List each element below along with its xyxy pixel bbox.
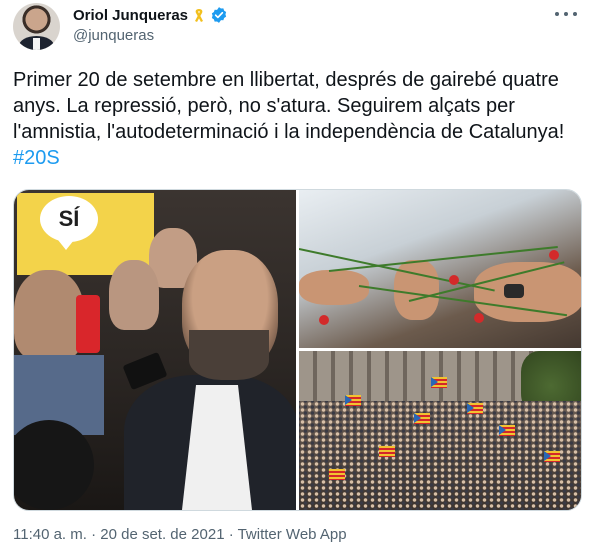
photo-carnations[interactable] <box>299 190 581 348</box>
estelada-flag <box>345 395 361 406</box>
yellow-ribbon-icon <box>193 7 205 23</box>
estelada-flag <box>431 377 447 388</box>
background-person <box>109 260 159 330</box>
author-name-row: Oriol Junqueras <box>73 6 228 24</box>
speaker-beard <box>189 330 269 380</box>
background-person <box>14 270 84 360</box>
tweet-metadata[interactable]: 11:40 a. m. · 20 de set. de 2021 · Twitt… <box>13 526 347 543</box>
verified-badge-icon <box>210 6 228 24</box>
photo-crowd-flags[interactable] <box>299 351 581 510</box>
display-name[interactable]: Oriol Junqueras <box>73 7 188 24</box>
red-phone <box>76 295 100 353</box>
microphone <box>14 420 94 510</box>
senyera-flag <box>329 469 345 480</box>
carnation <box>474 313 484 323</box>
estelada-flag <box>467 403 483 414</box>
more-options-icon[interactable] <box>555 6 577 22</box>
banner-bubble: SÍ <box>40 196 98 250</box>
carnation <box>319 315 329 325</box>
tweet-card: Oriol Junqueras @junqueras Primer 20 de … <box>0 0 591 550</box>
hand <box>299 270 369 305</box>
estelada-flag <box>414 413 430 424</box>
senyera-flag <box>379 446 395 457</box>
dot <box>573 12 577 16</box>
dot <box>555 12 559 16</box>
hashtag-link[interactable]: #20S <box>13 147 60 169</box>
photo-speaking[interactable]: SÍ <box>14 190 296 510</box>
carnation <box>449 275 459 285</box>
carnation <box>549 250 559 260</box>
media-grid: SÍ <box>13 189 582 511</box>
avatar[interactable] <box>13 3 60 50</box>
estelada-flag <box>544 451 560 462</box>
tweet-text: Primer 20 de setembre en llibertat, desp… <box>13 67 581 171</box>
dot <box>564 12 568 16</box>
estelada-flag <box>499 425 515 436</box>
avatar-shirt <box>33 38 40 50</box>
watch <box>504 284 524 298</box>
author-handle[interactable]: @junqueras <box>73 27 154 44</box>
tweet-body: Primer 20 de setembre en llibertat, desp… <box>13 69 570 143</box>
crowd <box>299 401 581 510</box>
